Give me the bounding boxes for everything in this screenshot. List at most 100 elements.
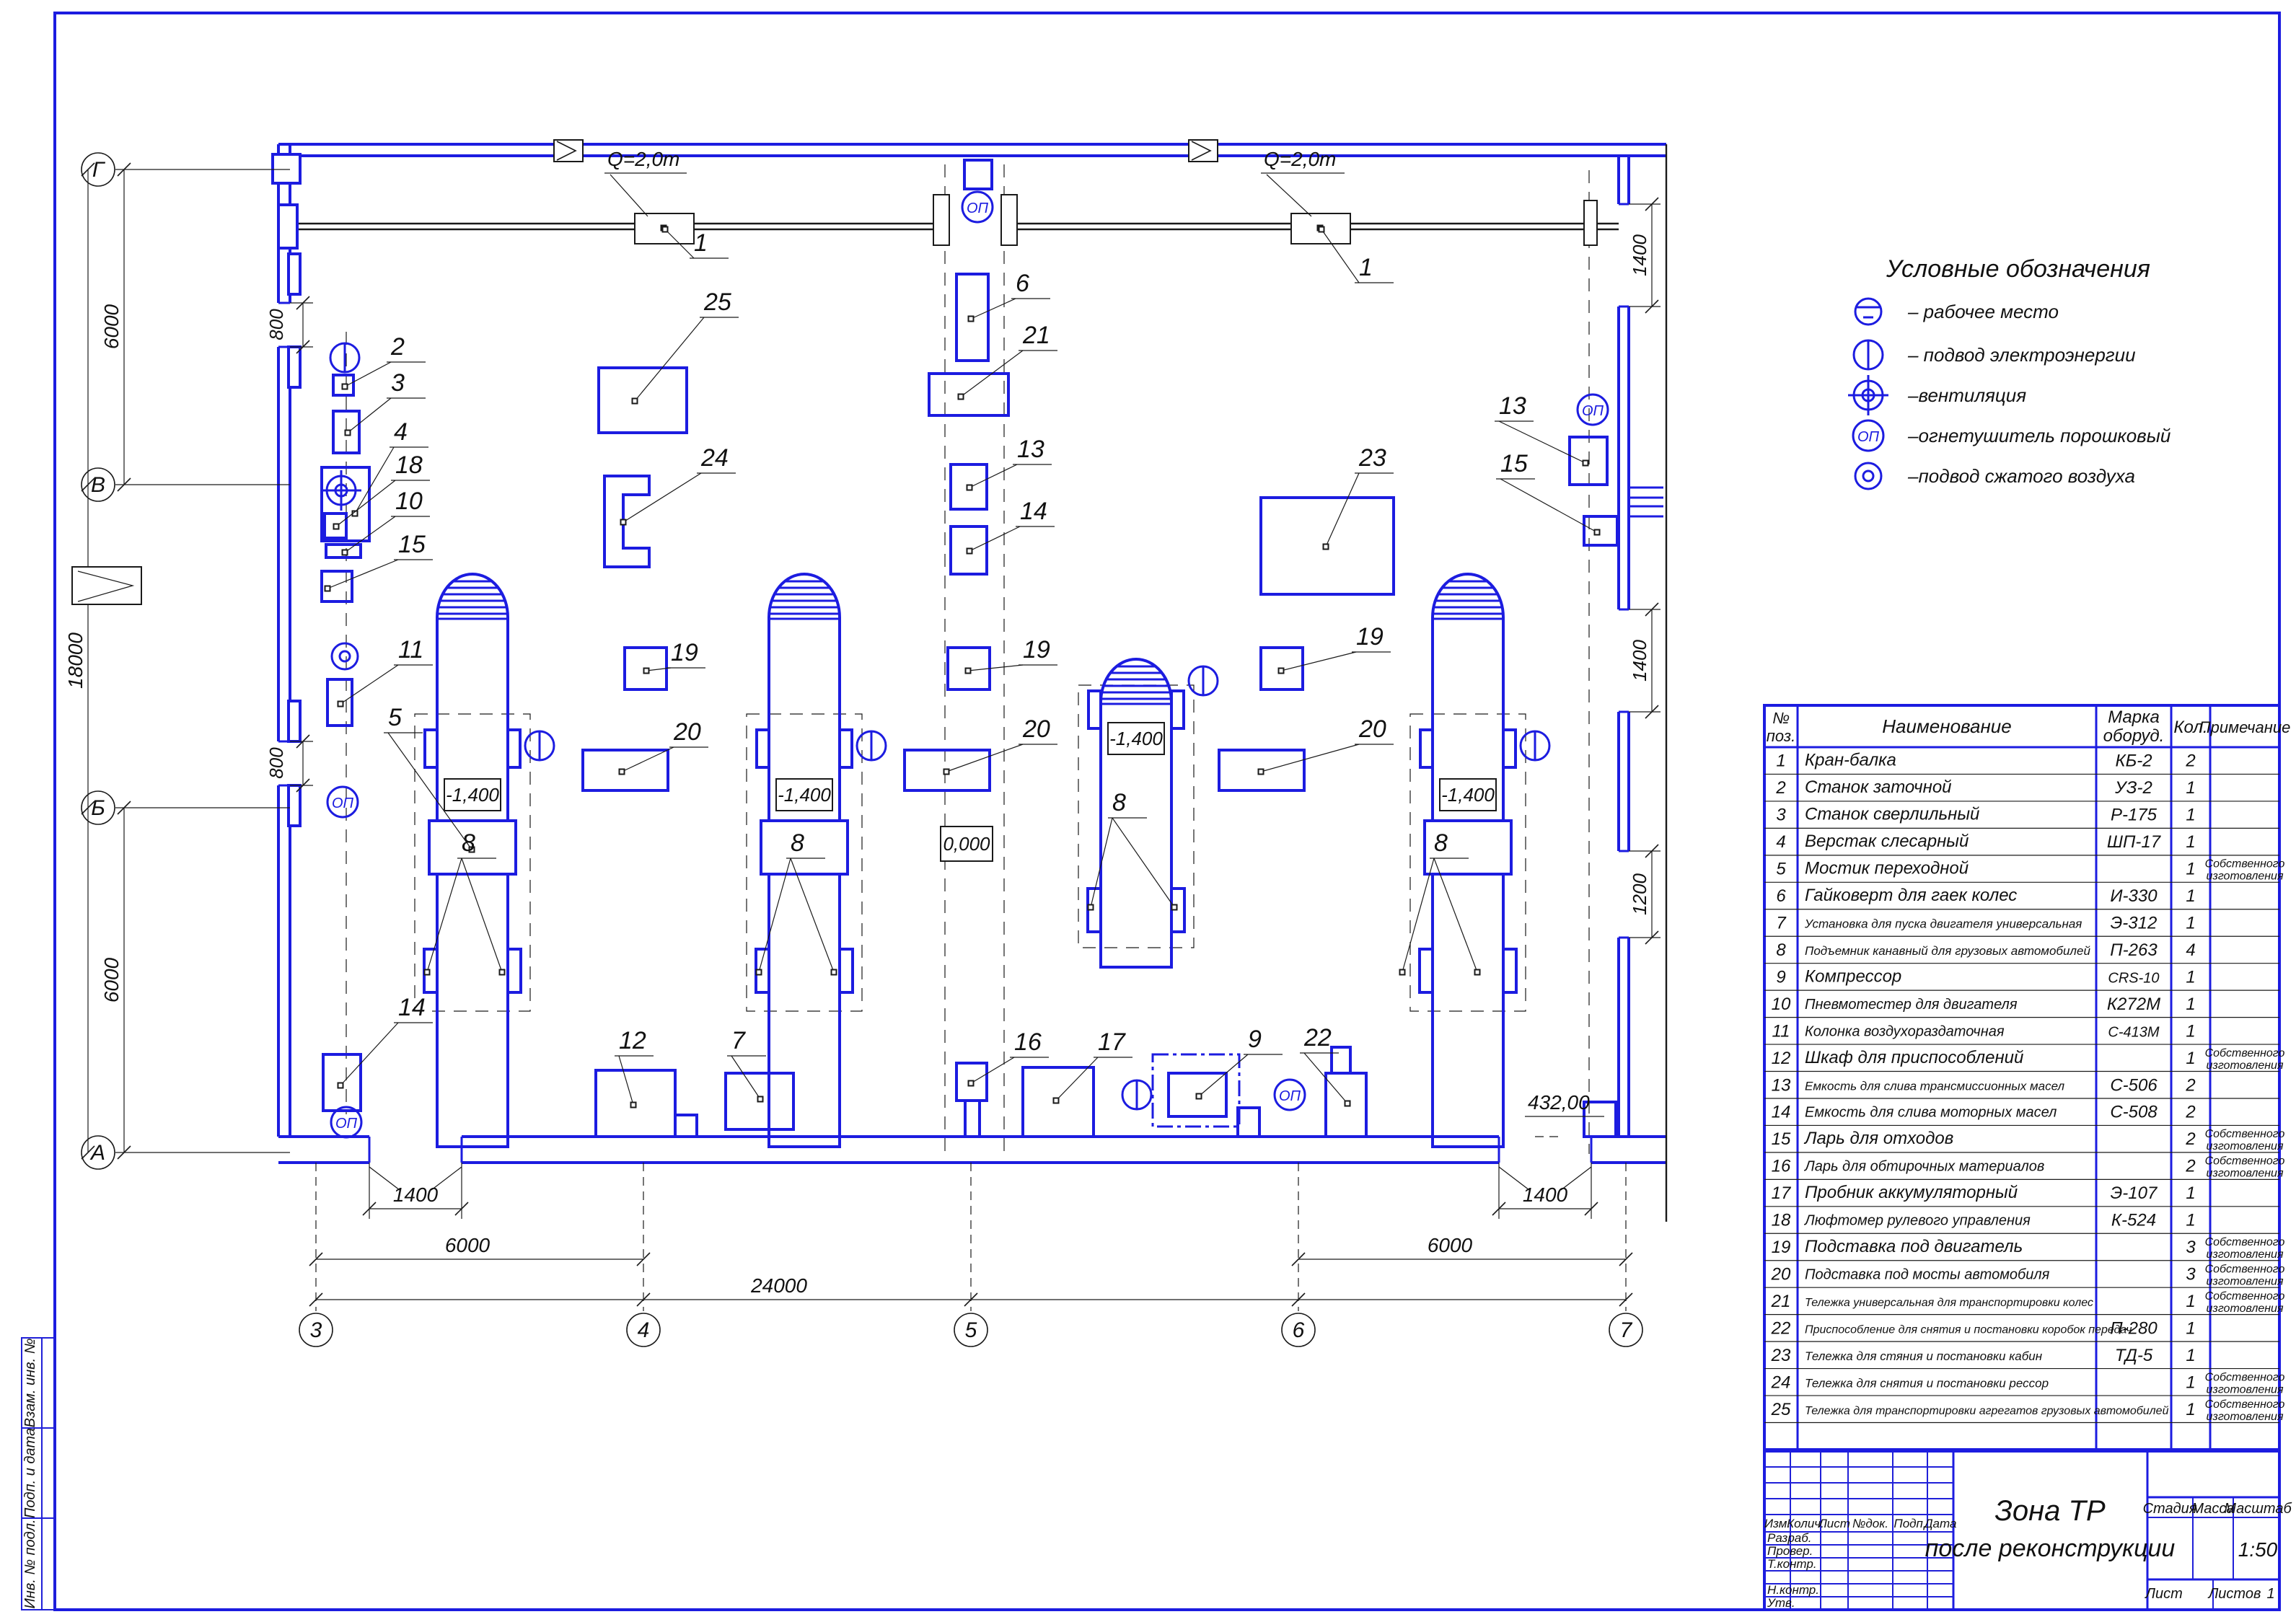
column (933, 195, 949, 245)
drawing-text: 1 (1359, 254, 1373, 281)
drawing-text: Приспособление для снятия и постановки к… (1805, 1323, 2132, 1336)
drawing-text: Гайковерт для гаек колес (1805, 886, 2017, 905)
drawing-text: 5 (1776, 860, 1786, 879)
drawing-text: Т.контр. (1767, 1557, 1817, 1571)
spec-table: №поз.НаименованиеМаркаоборуд.Кол.Примеча… (1764, 705, 2290, 1450)
drawing-text: Р-175 (2111, 806, 2158, 825)
drawing-text: 3 (391, 369, 405, 397)
drawing-text: КБ-2 (2115, 752, 2152, 771)
drawing-text: 1200 (1629, 873, 1650, 915)
legend: Условные обозначения– рабочее место– под… (1848, 255, 2170, 489)
drawing-text: Условные обозначения (1886, 255, 2150, 283)
drawing-text: 20 (1358, 715, 1386, 743)
drawing-text: 1400 (393, 1184, 439, 1206)
drawing-text: 1 (2186, 1211, 2195, 1230)
drawing-text: –огнетушитель порошковый (1907, 425, 2170, 446)
column (273, 154, 300, 183)
workplace-symbol (1855, 299, 1881, 325)
drawing-text: И-330 (2110, 886, 2158, 906)
drawing-text: Лист (1818, 1517, 1850, 1530)
equipment: ОПОПОПОПОП (321, 192, 1617, 1137)
drawing-text: 6000 (445, 1234, 491, 1256)
drawing-text: УЗ-2 (2114, 778, 2152, 798)
drawing-text: П-263 (2110, 940, 2158, 960)
drawing-text: – рабочее место (1907, 301, 2059, 322)
truck-bay-2: -1,400 (747, 574, 886, 1147)
drawing-text: Тележка для снятия и постановки рессор (1805, 1376, 2049, 1390)
drawing-text: 20 (1022, 715, 1050, 743)
drawing-text: ОП (967, 200, 989, 216)
drawing-text: 8 (1434, 829, 1448, 857)
drawing-text: 8 (462, 829, 475, 857)
column (278, 205, 297, 248)
drawing-text: 1 (2186, 967, 2195, 987)
compressed-air-symbol (1855, 463, 1881, 489)
ventilation-symbol (1848, 375, 1888, 415)
drawing-text: Лист (2144, 1586, 2183, 1602)
callout-16: 16 (969, 1028, 1050, 1086)
drawing-text: -1,400 (778, 784, 831, 806)
drawing-text: Утв. (1767, 1596, 1795, 1610)
drawing-text: Собственного (2205, 1263, 2285, 1275)
column (1584, 200, 1597, 245)
drawing-text: Зона ТР (1994, 1495, 2106, 1527)
drawing-text: 18 (1772, 1211, 1791, 1230)
drawing-text: 22 (1303, 1024, 1332, 1052)
drawing-text: ОП (1582, 403, 1604, 419)
drawing-text: 1 (2186, 1292, 2195, 1311)
drawing-text: Станок заточной (1805, 777, 1952, 797)
drawing-text: 9 (1248, 1026, 1262, 1053)
drawing-text: С-413М (2108, 1024, 2159, 1040)
drawing-text: 2 (1775, 778, 1785, 798)
drawing-text: 0,000 (943, 833, 990, 855)
drawing-text: 15 (1772, 1129, 1791, 1149)
drawing-text: 1 (2186, 1400, 2195, 1419)
drawing-text: Шкаф для приспособлений (1805, 1048, 2023, 1067)
drawing-text: 1 (2186, 860, 2195, 879)
compressed-air-icon (332, 643, 358, 669)
drawing-text: 2 (2185, 1157, 2195, 1176)
drawing-text: Б (91, 796, 105, 820)
drawing-text: 2 (2185, 1129, 2195, 1149)
drawing-text: 1 (2186, 886, 2195, 906)
drawing-text: поз. (1767, 727, 1795, 745)
drawing-text: 23 (1771, 1346, 1791, 1365)
drawing-text: 9 (1776, 967, 1785, 987)
drawing-text: 432,00 (1528, 1091, 1590, 1114)
drawing-text: Подп. и дата (22, 1428, 38, 1518)
drawing-text: 12 (619, 1027, 646, 1054)
drawing-text: 12 (1772, 1049, 1791, 1068)
drawing-text: 20 (1771, 1264, 1791, 1284)
drawing-text: №док. (1852, 1517, 1888, 1530)
drawing-text: 2 (2185, 1103, 2195, 1122)
drawing-text: 24000 (750, 1274, 807, 1297)
drawing-text: 13 (1017, 436, 1044, 463)
drawing-text: 1 (2186, 1184, 2195, 1203)
drawing-text: 2 (390, 333, 405, 361)
drawing-text: 23 (1358, 444, 1386, 472)
drawing-text: 1 (2186, 1021, 2195, 1041)
drawing-text: 8 (1112, 789, 1126, 816)
drawing-text: 19 (1023, 636, 1050, 664)
drawing-text: 17 (1098, 1028, 1126, 1056)
drawing-text: Ларь для отходов (1803, 1129, 1953, 1148)
drawing-text: ШП-17 (2107, 832, 2162, 852)
callout-12: 12 (615, 1027, 654, 1108)
drawing-text: Собственного (2205, 1128, 2285, 1140)
drawing-text: 8 (791, 829, 804, 857)
drawing-text: -1,400 (1441, 784, 1495, 806)
drawing-text: ОП (332, 795, 354, 811)
drawing-text: 21 (1022, 322, 1050, 349)
drawing-text: Дата (1923, 1517, 1957, 1530)
drawing-text: 13 (1499, 392, 1526, 420)
callout-20: 20 (944, 715, 1058, 775)
drawing-text: 4 (1776, 832, 1785, 852)
drawing-text: Мостик переходной (1805, 859, 1969, 878)
drawing-text: Собственного (2205, 1398, 2285, 1411)
drawing-text: 5 (388, 704, 402, 731)
callout-20: 20 (620, 718, 709, 775)
callout-20: 20 (1259, 715, 1394, 775)
drawing-text: 1400 (1629, 234, 1650, 276)
drawing-text: изготовления (2207, 1303, 2284, 1315)
drawing-text: 8 (1776, 940, 1786, 960)
